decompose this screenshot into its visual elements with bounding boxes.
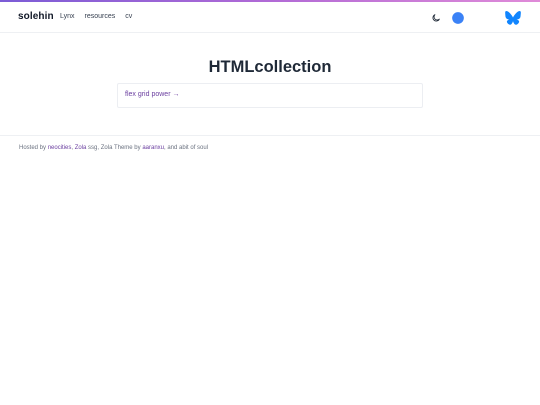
site-footer: Hosted by neocities, Zola ssg, Zola Them… bbox=[19, 145, 208, 151]
nav-link-cv[interactable]: cv bbox=[125, 13, 132, 20]
footer-suffix: , and abit of soul bbox=[164, 145, 209, 151]
site-brand-link[interactable]: solehin bbox=[18, 11, 54, 22]
nav-link-resources[interactable]: resources bbox=[85, 13, 116, 20]
footer-link-neocities[interactable]: neocities bbox=[48, 145, 72, 151]
chat-bubble-icon[interactable] bbox=[451, 11, 465, 25]
nav-links: Lynx resources cv bbox=[60, 13, 132, 20]
footer-ssg-text: ssg, Zola Theme by bbox=[86, 145, 143, 151]
footer-divider bbox=[0, 135, 540, 136]
butterfly-icon[interactable] bbox=[505, 11, 521, 25]
flex-grid-power-link[interactable]: flex grid power → bbox=[125, 91, 179, 98]
footer-prefix: Hosted by bbox=[19, 145, 48, 151]
footer-link-aaranxu[interactable]: aaranxu bbox=[142, 145, 164, 151]
nav-link-lynx[interactable]: Lynx bbox=[60, 13, 75, 20]
navbar: solehin Lynx resources cv bbox=[0, 2, 540, 33]
content-card: flex grid power → bbox=[117, 83, 423, 108]
page-title: HTMLcollection bbox=[208, 58, 332, 77]
footer-link-zola[interactable]: Zola bbox=[75, 145, 87, 151]
moon-icon[interactable] bbox=[431, 13, 441, 23]
